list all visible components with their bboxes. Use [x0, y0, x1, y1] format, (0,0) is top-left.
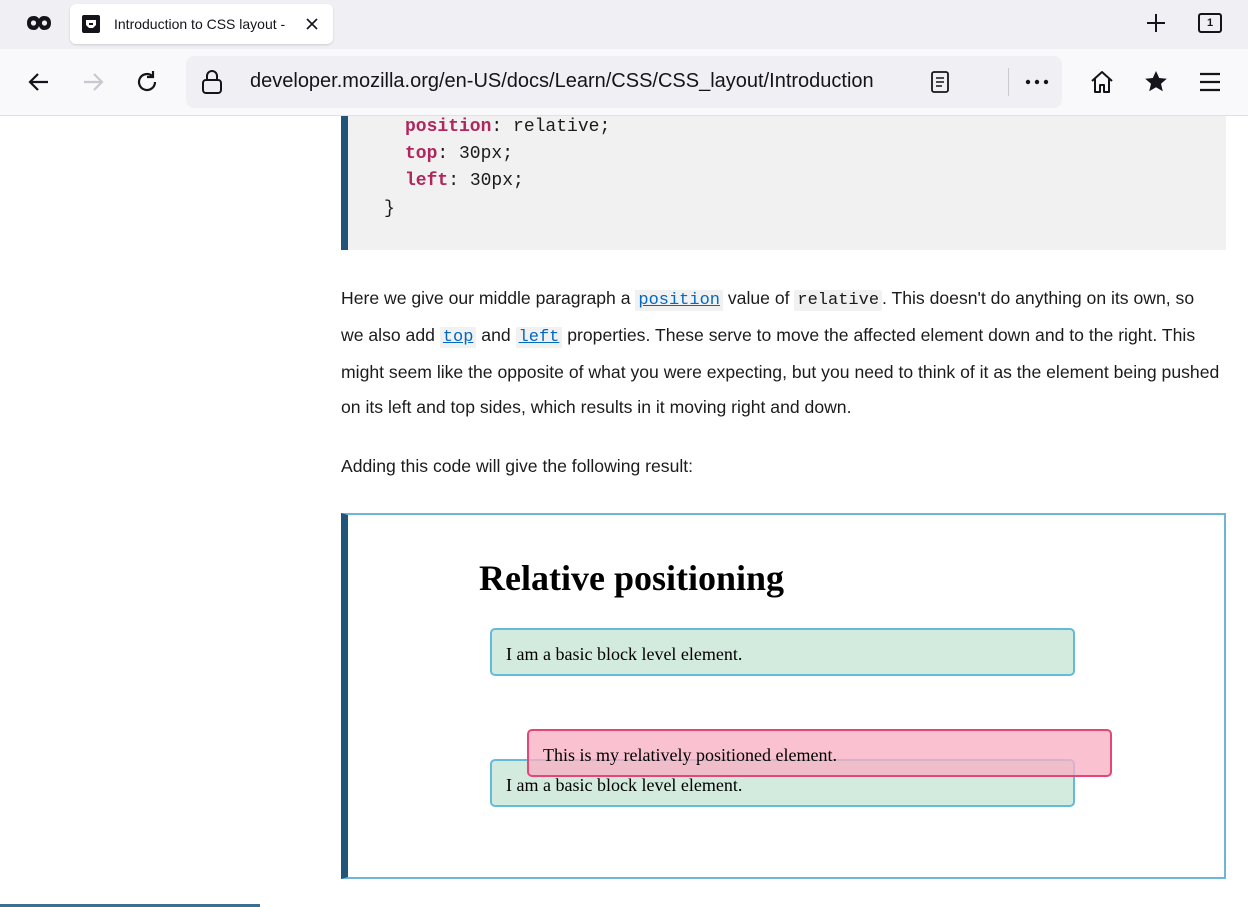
- code-value: : 30px;: [437, 144, 514, 164]
- code-line: position: relative;: [405, 117, 610, 137]
- mdn-favicon-icon: [82, 15, 100, 33]
- tab-count-button[interactable]: 1: [1196, 11, 1224, 35]
- tab-active[interactable]: Introduction to CSS layout -: [70, 4, 333, 44]
- forward-icon[interactable]: [80, 69, 106, 95]
- reload-icon[interactable]: [134, 69, 160, 95]
- new-tab-icon[interactable]: [1144, 11, 1168, 35]
- example-relative-block: This is my relatively positioned element…: [527, 729, 1112, 777]
- inline-code-relative: relative: [794, 290, 883, 311]
- paragraph-text: value of: [723, 288, 795, 308]
- url-bar-separator: [1008, 68, 1009, 96]
- code-closing-brace: }: [384, 199, 395, 219]
- page-content: position: relative; top: 30px; left: 30p…: [0, 116, 1248, 907]
- example-heading: Relative positioning: [479, 558, 785, 598]
- url-text[interactable]: developer.mozilla.org/en-US/docs/Learn/C…: [250, 70, 874, 93]
- tab-bar: Introduction to CSS layout - 1: [0, 0, 1248, 49]
- explanation-paragraph: Here we give our middle paragraph a posi…: [341, 281, 1221, 425]
- code-property: position: [405, 117, 492, 137]
- code-value: : relative;: [491, 117, 611, 137]
- code-line: left: 30px;: [405, 171, 524, 191]
- code-property: left: [405, 171, 449, 191]
- menu-icon[interactable]: [1197, 69, 1223, 95]
- private-browsing-icon: [27, 16, 51, 30]
- code-line: top: 30px;: [405, 144, 513, 164]
- paragraph-text: Here we give our middle paragraph a: [341, 288, 636, 308]
- more-options-icon[interactable]: [1022, 72, 1052, 92]
- live-example-frame: Relative positioning I am a basic block …: [341, 513, 1226, 879]
- bookmark-star-icon[interactable]: [1143, 69, 1169, 95]
- paragraph-text: and: [476, 325, 516, 345]
- code-block: position: relative; top: 30px; left: 30p…: [341, 116, 1226, 250]
- example-basic-block: I am a basic block level element.: [490, 628, 1075, 676]
- reader-view-icon[interactable]: [928, 70, 952, 94]
- home-icon[interactable]: [1089, 69, 1115, 95]
- code-value: : 30px;: [448, 171, 524, 191]
- lock-icon[interactable]: [200, 69, 224, 95]
- back-icon[interactable]: [26, 69, 52, 95]
- left-link[interactable]: left: [515, 327, 563, 348]
- navigation-bar: developer.mozilla.org/en-US/docs/Learn/C…: [0, 49, 1248, 116]
- url-bar[interactable]: developer.mozilla.org/en-US/docs/Learn/C…: [186, 56, 1062, 108]
- code-property: top: [405, 144, 438, 164]
- result-intro-paragraph: Adding this code will give the following…: [341, 456, 694, 476]
- tab-count: 1: [1198, 13, 1222, 33]
- tab-title: Introduction to CSS layout -: [114, 16, 286, 32]
- position-link[interactable]: position: [635, 290, 723, 311]
- top-link[interactable]: top: [439, 327, 477, 348]
- close-tab-icon[interactable]: [304, 16, 320, 32]
